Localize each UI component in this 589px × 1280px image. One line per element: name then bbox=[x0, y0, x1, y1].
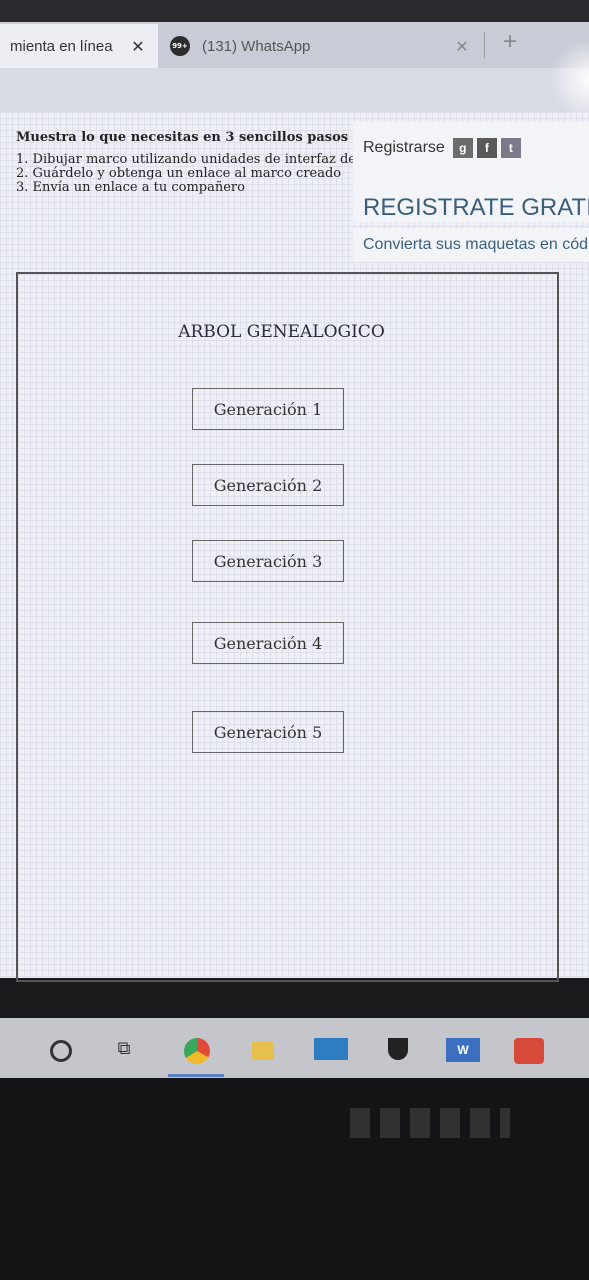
register-row: Registrarse g f t bbox=[363, 138, 521, 158]
tab-whatsapp[interactable]: 99+ (131) WhatsApp ✕ bbox=[160, 24, 482, 68]
convert-banner: Convierta sus maquetas en código bbox=[353, 228, 589, 262]
chrome-icon[interactable] bbox=[184, 1038, 210, 1064]
screen-glare bbox=[548, 40, 589, 120]
twitter-icon[interactable]: t bbox=[500, 138, 521, 158]
pdf-icon[interactable] bbox=[514, 1038, 544, 1064]
tab-title: mienta en línea bbox=[10, 37, 113, 55]
monitor-bezel-top bbox=[0, 0, 589, 22]
close-icon[interactable]: ✕ bbox=[128, 37, 148, 56]
generation-2-button[interactable]: Generación 2 bbox=[192, 464, 344, 506]
whatsapp-icon: 99+ bbox=[170, 36, 190, 56]
intro-title: Muestra lo que necesitas en 3 sencillos … bbox=[16, 130, 349, 145]
browser-tab-strip: mienta en línea ✕ 99+ (131) WhatsApp ✕ bbox=[0, 22, 589, 68]
intro-step: 1. Dibujar marco utilizando unidades de … bbox=[16, 152, 356, 167]
file-explorer-icon[interactable] bbox=[252, 1042, 274, 1060]
active-app-indicator bbox=[168, 1074, 224, 1077]
cortana-icon[interactable] bbox=[50, 1040, 72, 1062]
monitor-brand-mark bbox=[350, 1108, 510, 1138]
address-bar[interactable] bbox=[0, 68, 589, 112]
word-icon[interactable]: W bbox=[446, 1038, 480, 1062]
intro-section: Muestra lo que necesitas en 3 sencillos … bbox=[16, 130, 356, 195]
signup-panel: Registrarse g f t REGISTRATE GRATIS bbox=[353, 122, 589, 222]
generation-5-button[interactable]: Generación 5 bbox=[192, 711, 344, 753]
intro-step: 2. Guárdelo y obtenga un enlace al marco… bbox=[16, 166, 342, 181]
tab-divider bbox=[484, 32, 485, 58]
frame-title: ARBOL GENEALOGICO bbox=[178, 322, 385, 342]
register-link[interactable]: Registrarse bbox=[363, 139, 445, 157]
task-view-icon[interactable]: ⧉ bbox=[112, 1038, 136, 1062]
tab-title: (131) WhatsApp bbox=[202, 37, 311, 55]
windows-taskbar: ⧉ W bbox=[0, 1018, 589, 1078]
mockup-frame: ARBOL GENEALOGICO Generación 1 Generació… bbox=[16, 272, 559, 982]
security-icon[interactable] bbox=[388, 1038, 408, 1060]
generation-4-button[interactable]: Generación 4 bbox=[192, 622, 344, 664]
facebook-icon[interactable]: f bbox=[476, 138, 497, 158]
new-tab-button[interactable]: + bbox=[503, 28, 517, 56]
generation-1-button[interactable]: Generación 1 bbox=[192, 388, 344, 430]
generation-3-button[interactable]: Generación 3 bbox=[192, 540, 344, 582]
intro-step: 3. Envía un enlace a tu compañero bbox=[16, 180, 245, 195]
mail-icon[interactable] bbox=[314, 1038, 348, 1060]
web-page: Muestra lo que necesitas en 3 sencillos … bbox=[0, 112, 589, 982]
close-icon[interactable]: ✕ bbox=[452, 37, 472, 56]
convert-text[interactable]: Convierta sus maquetas en código bbox=[363, 236, 589, 254]
google-plus-icon[interactable]: g bbox=[452, 138, 473, 158]
register-free-button[interactable]: REGISTRATE GRATIS bbox=[363, 194, 589, 222]
tab-tool-online[interactable]: mienta en línea ✕ bbox=[0, 24, 158, 68]
